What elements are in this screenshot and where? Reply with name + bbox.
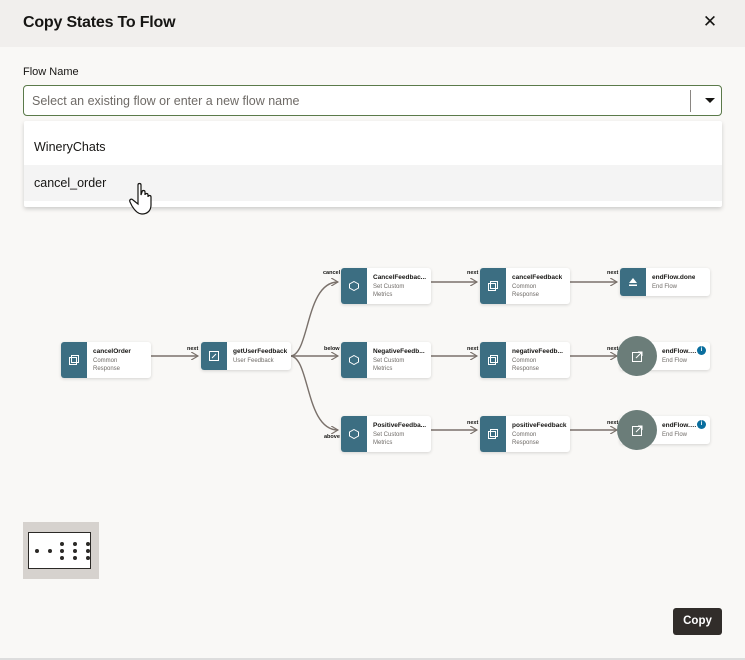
info-icon[interactable]: i — [697, 420, 706, 429]
edge-label: next — [607, 270, 619, 276]
edge-label: next — [187, 346, 199, 352]
set-custom-metrics-icon — [341, 416, 367, 452]
minimap-node — [86, 542, 90, 546]
hand-pointer-cursor-icon — [129, 182, 152, 215]
flow-node-PositiveFeedback[interactable]: PositiveFeedba... Set Custom Metrics — [341, 416, 431, 452]
dropdown-toggle-button[interactable] — [698, 86, 722, 115]
copy-button[interactable]: Copy — [673, 608, 722, 635]
node-name: PositiveFeedba... — [373, 422, 427, 429]
end-flow-icon — [620, 268, 646, 296]
info-icon[interactable]: i — [697, 346, 706, 355]
copy-states-dialog: Copy States To Flow ✕ Flow Name WineryCh… — [0, 0, 745, 660]
flow-node-positiveFeedback[interactable]: positiveFeedback Common Response — [480, 416, 570, 452]
node-type: End Flow — [652, 284, 678, 290]
minimap-node — [73, 542, 77, 546]
combo-divider — [690, 90, 691, 112]
node-name: endFlow.done — [662, 422, 700, 429]
minimap-node — [73, 549, 77, 553]
flow-name-input[interactable] — [32, 92, 672, 110]
flow-node-negativeFeedback[interactable]: negativeFeedb... Common Response — [480, 342, 570, 378]
common-response-icon — [61, 342, 87, 378]
minimap-node — [60, 542, 64, 546]
caret-down-icon — [705, 98, 715, 103]
node-name: endFlow.done — [662, 348, 700, 355]
flow-node-cancelOrder[interactable]: cancelOrder Common Response — [61, 342, 151, 378]
flow-canvas[interactable]: next cancel below above next next next n… — [0, 230, 745, 510]
node-type: Common Response — [512, 432, 540, 446]
common-response-icon — [480, 342, 506, 378]
dialog-title: Copy States To Flow — [23, 14, 176, 31]
node-type: Common Response — [93, 358, 121, 372]
flow-node-cancelFeedback[interactable]: cancelFeedback Common Response — [480, 268, 570, 304]
external-link-icon — [617, 336, 657, 376]
flow-node-endFlow-done[interactable]: endFlow.done End Flow i — [617, 410, 710, 450]
node-name: getUserFeedback — [233, 348, 288, 355]
common-response-icon — [480, 268, 506, 304]
flow-node-CancelFeedback[interactable]: CancelFeedbac... Set Custom Metrics — [341, 268, 431, 304]
node-name: cancelOrder — [93, 348, 131, 355]
node-type: Set Custom Metrics — [373, 358, 405, 372]
node-type: Set Custom Metrics — [373, 432, 405, 446]
node-name: negativeFeedb... — [512, 348, 563, 355]
node-type: Common Response — [512, 358, 540, 372]
diagram-minimap[interactable] — [23, 522, 99, 579]
flow-node-endFlow-done[interactable]: endFlow.done End Flow i — [617, 336, 710, 376]
edge-label: next — [467, 270, 479, 276]
minimap-node — [60, 556, 64, 560]
minimap-node — [60, 549, 64, 553]
minimap-node — [86, 549, 90, 553]
node-name: NegativeFeedb... — [373, 348, 425, 355]
close-button[interactable]: ✕ — [700, 12, 720, 32]
flow-node-getUserFeedback[interactable]: getUserFeedback User Feedback — [201, 342, 291, 370]
set-custom-metrics-icon — [341, 342, 367, 378]
edge-getUserFeedback-PositiveFeedback — [289, 355, 338, 430]
set-custom-metrics-icon — [341, 268, 367, 304]
edge-label: above — [324, 434, 340, 440]
flow-name-label: Flow Name — [23, 66, 79, 78]
minimap-node — [86, 556, 90, 560]
common-response-icon — [480, 416, 506, 452]
minimap-node — [35, 549, 39, 553]
flow-node-NegativeFeedback[interactable]: NegativeFeedb... Set Custom Metrics — [341, 342, 431, 378]
node-type: End Flow — [662, 358, 688, 364]
user-feedback-icon — [201, 342, 227, 370]
dropdown-option[interactable]: WineryChats — [24, 129, 722, 165]
external-link-icon — [617, 410, 657, 450]
edge-label: cancel — [323, 270, 341, 276]
node-name: CancelFeedbac... — [373, 274, 427, 281]
minimap-viewport[interactable] — [28, 532, 91, 569]
node-name: cancelFeedback — [512, 274, 563, 281]
edge-label: below — [324, 346, 340, 352]
node-name: positiveFeedback — [512, 422, 567, 429]
minimap-node — [73, 556, 77, 560]
node-type: Set Custom Metrics — [373, 284, 405, 298]
node-type: User Feedback — [233, 358, 274, 364]
node-name: endFlow.done — [652, 274, 696, 281]
close-icon: ✕ — [702, 12, 718, 31]
edge-label: next — [467, 346, 479, 352]
node-type: End Flow — [662, 432, 688, 438]
dialog-header: Copy States To Flow ✕ — [0, 0, 745, 47]
flow-node-endFlow-done[interactable]: endFlow.done End Flow — [620, 268, 710, 296]
minimap-node — [48, 549, 52, 553]
edge-getUserFeedback-CancelFeedback — [289, 282, 338, 357]
flow-name-combobox[interactable] — [23, 85, 722, 116]
node-type: Common Response — [512, 284, 540, 298]
edge-label: next — [467, 420, 479, 426]
